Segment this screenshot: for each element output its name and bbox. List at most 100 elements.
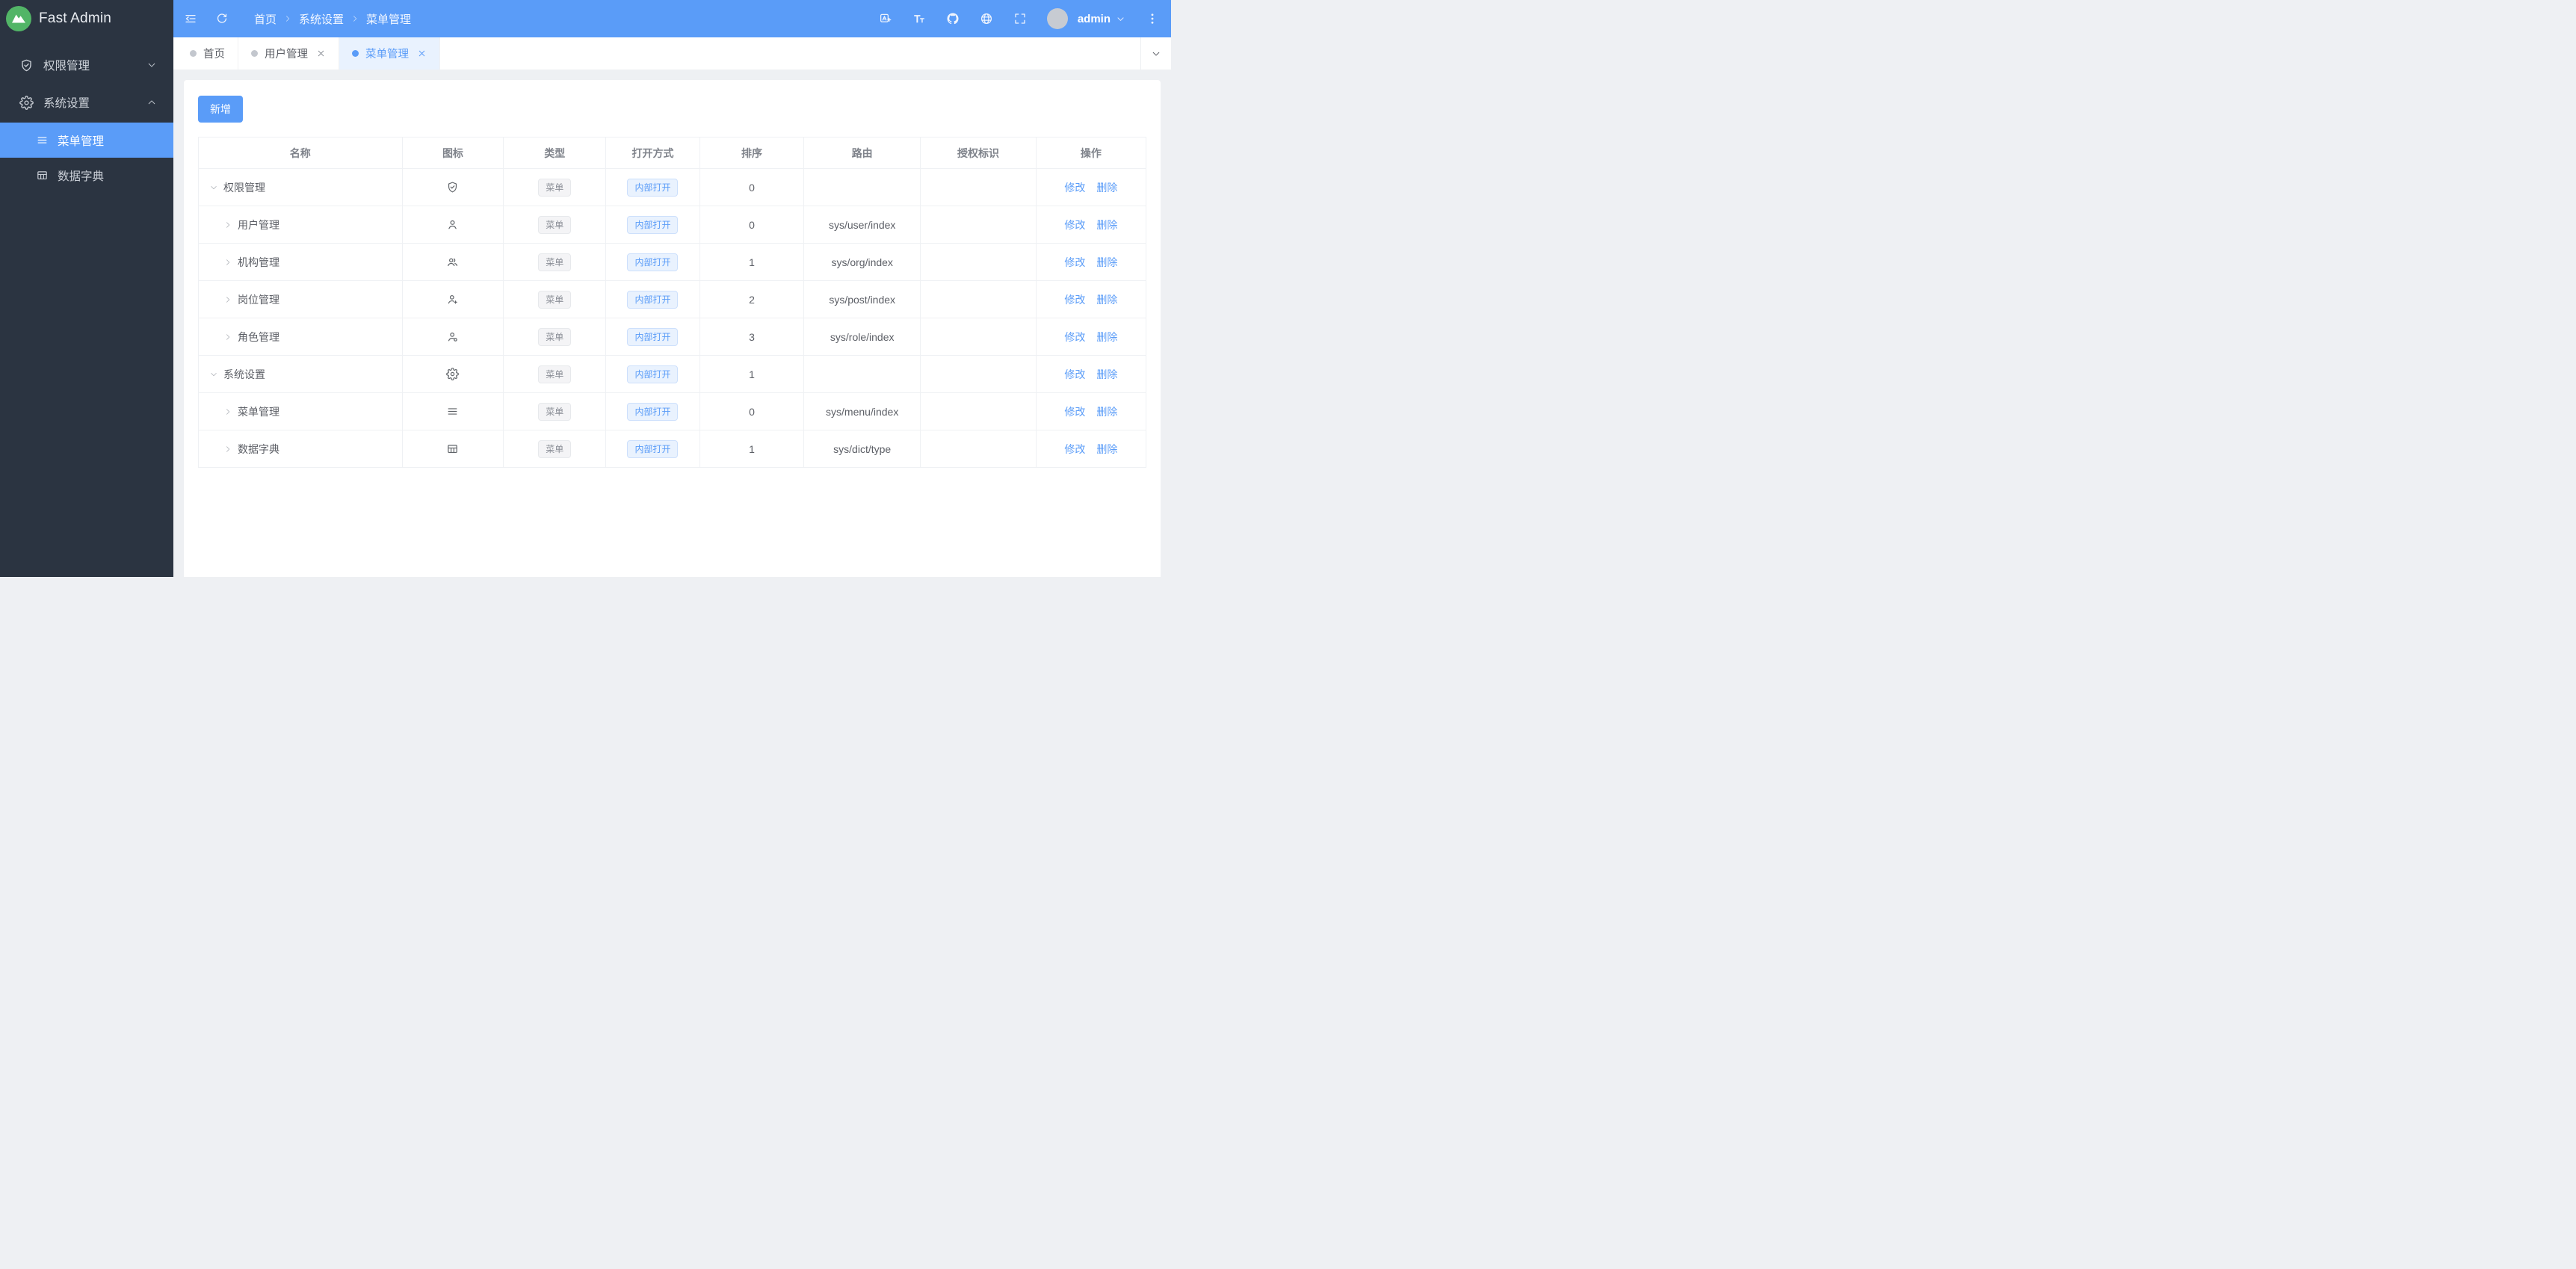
font-size-icon[interactable] bbox=[912, 12, 926, 25]
tab-menu-management[interactable]: 菜单管理 bbox=[339, 37, 440, 70]
edit-link[interactable]: 修改 bbox=[1064, 367, 1085, 382]
main-column: 首页 系统设置 菜单管理 admin bbox=[173, 0, 1171, 577]
delete-link[interactable]: 删除 bbox=[1096, 217, 1117, 232]
user-role-icon bbox=[446, 330, 459, 343]
open-mode-tag[interactable]: 内部打开 bbox=[627, 253, 678, 271]
team-icon bbox=[446, 256, 459, 268]
table-row: 角色管理 菜单 内部打开 3 sys/role/index 修改 删除 bbox=[199, 318, 1146, 356]
chevron-right-icon[interactable] bbox=[223, 333, 232, 342]
open-mode-tag[interactable]: 内部打开 bbox=[627, 216, 678, 234]
sort-value: 1 bbox=[699, 244, 803, 281]
type-tag: 菜单 bbox=[538, 440, 571, 458]
edit-link[interactable]: 修改 bbox=[1064, 255, 1085, 270]
edit-link[interactable]: 修改 bbox=[1064, 330, 1085, 345]
chevron-down-icon[interactable] bbox=[209, 370, 218, 379]
translate-icon[interactable] bbox=[879, 12, 892, 25]
permission-value bbox=[921, 281, 1037, 318]
menu-table-wrap: 名称 图标 类型 打开方式 排序 路由 授权标识 操作 bbox=[198, 137, 1146, 468]
tab-list-dropdown[interactable] bbox=[1140, 37, 1171, 70]
table-row: 岗位管理 菜单 内部打开 2 sys/post/index 修改 删除 bbox=[199, 281, 1146, 318]
tab-label: 菜单管理 bbox=[365, 46, 409, 61]
edit-link[interactable]: 修改 bbox=[1064, 217, 1085, 232]
delete-link[interactable]: 删除 bbox=[1096, 255, 1117, 270]
user-add-icon bbox=[446, 293, 459, 306]
edit-link[interactable]: 修改 bbox=[1064, 292, 1085, 307]
open-mode-tag[interactable]: 内部打开 bbox=[627, 365, 678, 383]
delete-link[interactable]: 删除 bbox=[1096, 292, 1117, 307]
open-mode-tag[interactable]: 内部打开 bbox=[627, 328, 678, 346]
sort-value: 1 bbox=[699, 430, 803, 468]
add-button[interactable]: 新增 bbox=[198, 96, 243, 123]
sidebar-menu: 权限管理 系统设置 菜单管理 数据字典 bbox=[0, 37, 173, 193]
content-area: 新增 名称 图标 类型 打开方式 bbox=[173, 70, 1171, 577]
route-value: sys/org/index bbox=[804, 244, 921, 281]
delete-link[interactable]: 删除 bbox=[1096, 180, 1117, 195]
sort-value: 2 bbox=[699, 281, 803, 318]
globe-icon[interactable] bbox=[980, 12, 993, 25]
tab-dot bbox=[190, 50, 197, 57]
brand[interactable]: Fast Admin bbox=[0, 0, 173, 37]
sidebar-item-permission-management[interactable]: 权限管理 bbox=[0, 48, 173, 82]
chevron-right-icon[interactable] bbox=[223, 258, 232, 267]
github-icon[interactable] bbox=[946, 12, 960, 25]
delete-link[interactable]: 删除 bbox=[1096, 442, 1117, 457]
route-value: sys/role/index bbox=[804, 318, 921, 356]
breadcrumb-item-menu-management[interactable]: 菜单管理 bbox=[366, 11, 411, 27]
breadcrumb-item-system-settings[interactable]: 系统设置 bbox=[299, 11, 344, 27]
delete-link[interactable]: 删除 bbox=[1096, 367, 1117, 382]
menu-fold-icon[interactable] bbox=[184, 12, 197, 25]
tab-dot bbox=[251, 50, 258, 57]
tab-user-management[interactable]: 用户管理 bbox=[238, 37, 339, 70]
gear-icon bbox=[446, 368, 459, 380]
sidebar-item-system-settings[interactable]: 系统设置 bbox=[0, 85, 173, 120]
column-header-name: 名称 bbox=[199, 138, 403, 169]
topbar-left: 首页 系统设置 菜单管理 bbox=[184, 11, 411, 27]
open-mode-tag[interactable]: 内部打开 bbox=[627, 403, 678, 421]
column-header-icon: 图标 bbox=[402, 138, 504, 169]
user-name: admin bbox=[1078, 13, 1111, 25]
edit-link[interactable]: 修改 bbox=[1064, 180, 1085, 195]
sidebar-item-label: 系统设置 bbox=[43, 94, 146, 111]
open-mode-tag[interactable]: 内部打开 bbox=[627, 440, 678, 458]
type-tag: 菜单 bbox=[538, 216, 571, 234]
edit-link[interactable]: 修改 bbox=[1064, 442, 1085, 457]
kebab-menu-icon[interactable] bbox=[1146, 12, 1159, 25]
tab-home[interactable]: 首页 bbox=[177, 37, 238, 70]
close-icon[interactable] bbox=[316, 49, 326, 58]
chevron-right-icon[interactable] bbox=[223, 407, 232, 416]
breadcrumb-item-home[interactable]: 首页 bbox=[254, 11, 277, 27]
type-tag: 菜单 bbox=[538, 328, 571, 346]
delete-link[interactable]: 删除 bbox=[1096, 330, 1117, 345]
chevron-right-icon[interactable] bbox=[223, 295, 232, 304]
refresh-icon[interactable] bbox=[215, 12, 229, 25]
table-row: 权限管理 菜单 内部打开 0 修改 删除 bbox=[199, 169, 1146, 206]
avatar[interactable] bbox=[1047, 8, 1068, 29]
chevron-right-icon[interactable] bbox=[223, 220, 232, 229]
type-tag: 菜单 bbox=[538, 253, 571, 271]
chevron-right-icon[interactable] bbox=[223, 445, 232, 454]
column-header-type: 类型 bbox=[504, 138, 606, 169]
sidebar-item-menu-management[interactable]: 菜单管理 bbox=[0, 123, 173, 158]
sidebar-item-label: 数据字典 bbox=[58, 167, 104, 184]
chevron-down-icon bbox=[1151, 49, 1161, 59]
menu-lines-icon bbox=[446, 405, 459, 418]
permission-value bbox=[921, 393, 1037, 430]
permission-value bbox=[921, 430, 1037, 468]
sidebar-item-data-dictionary[interactable]: 数据字典 bbox=[0, 158, 173, 193]
brand-name: Fast Admin bbox=[39, 10, 111, 27]
user-menu[interactable]: admin bbox=[1078, 13, 1125, 25]
gear-icon bbox=[19, 96, 34, 110]
breadcrumb: 首页 系统设置 菜单管理 bbox=[254, 11, 411, 27]
topbar: 首页 系统设置 菜单管理 admin bbox=[173, 0, 1171, 37]
chevron-up-icon bbox=[146, 97, 157, 108]
edit-link[interactable]: 修改 bbox=[1064, 404, 1085, 419]
open-mode-tag[interactable]: 内部打开 bbox=[627, 179, 678, 197]
fullscreen-icon[interactable] bbox=[1013, 12, 1027, 25]
sort-value: 0 bbox=[699, 206, 803, 244]
delete-link[interactable]: 删除 bbox=[1096, 404, 1117, 419]
chevron-down-icon[interactable] bbox=[209, 183, 218, 192]
tab-dot bbox=[352, 50, 359, 57]
close-icon[interactable] bbox=[417, 49, 427, 58]
table-row: 系统设置 菜单 内部打开 1 修改 删除 bbox=[199, 356, 1146, 393]
open-mode-tag[interactable]: 内部打开 bbox=[627, 291, 678, 309]
